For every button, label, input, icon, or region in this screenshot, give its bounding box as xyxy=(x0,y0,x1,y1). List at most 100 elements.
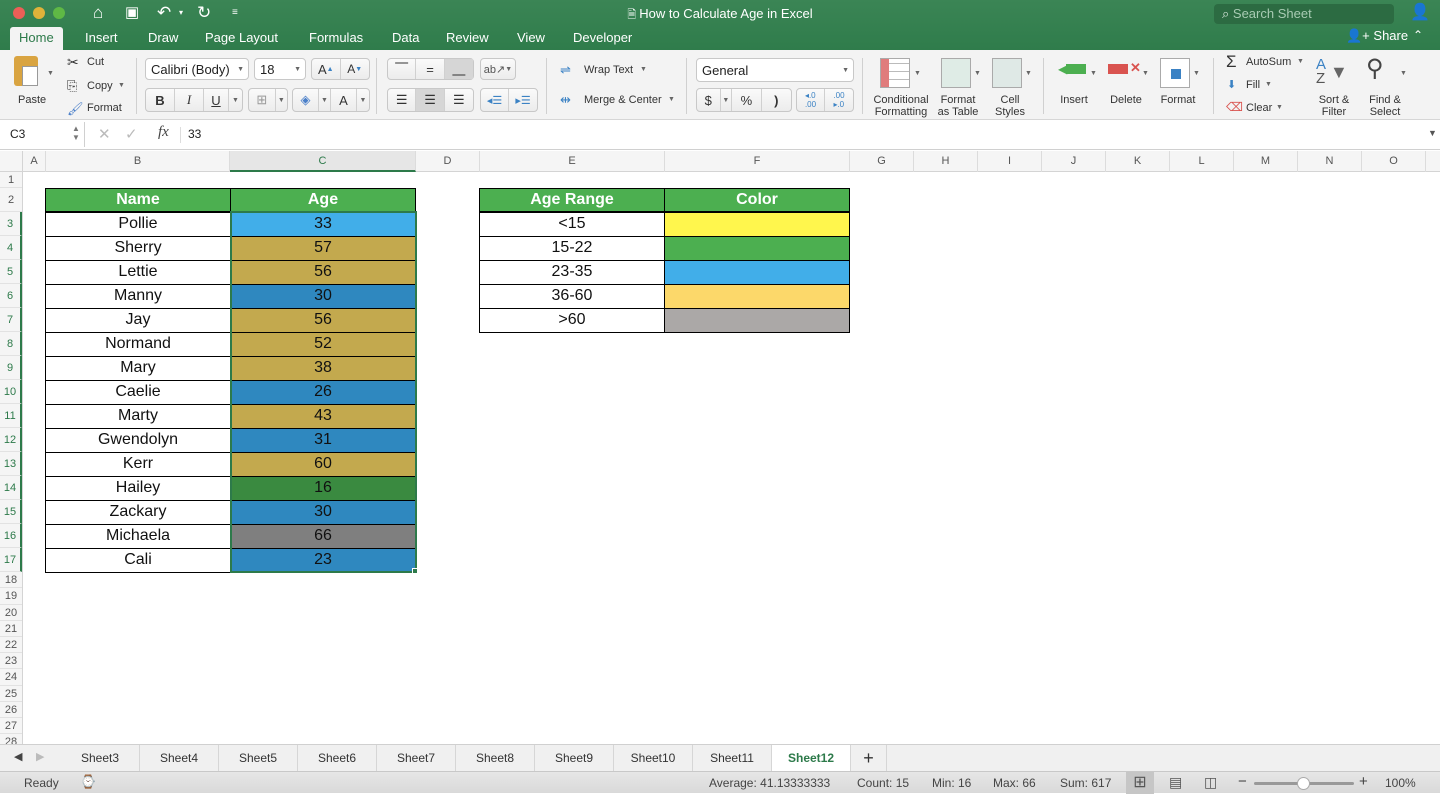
enter-icon[interactable]: ✓ xyxy=(125,125,138,143)
name-box-stepper-icon[interactable]: ▲ ▼ xyxy=(72,124,80,142)
sheet-tab-sheet11[interactable]: Sheet11 xyxy=(693,745,772,771)
tab-developer[interactable]: Developer xyxy=(564,27,641,50)
number-format-select[interactable]: General ▼ xyxy=(696,58,854,82)
increase-indent-button[interactable]: ▸☰ xyxy=(509,89,537,111)
row-header-19[interactable]: 19 xyxy=(0,588,22,605)
format-button[interactable]: Format xyxy=(1156,94,1200,106)
decrease-decimal-button[interactable]: .00 ▸.0 xyxy=(825,89,853,111)
row-header-2[interactable]: 2 xyxy=(0,188,22,213)
name-cell[interactable]: Sherry xyxy=(45,236,231,261)
age-range-cell[interactable]: 23-35 xyxy=(479,260,665,285)
name-cell[interactable]: Hailey xyxy=(45,476,231,501)
column-header-f[interactable]: F xyxy=(665,151,850,172)
column-header-n[interactable]: N xyxy=(1298,151,1362,172)
header-cell-age-range[interactable]: Age Range xyxy=(479,188,665,212)
zoom-slider-thumb[interactable] xyxy=(1297,777,1310,790)
sort-filter-button[interactable]: Sort & Filter xyxy=(1312,94,1356,118)
age-range-cell[interactable]: 15-22 xyxy=(479,236,665,261)
decrease-indent-button[interactable]: ◂☰ xyxy=(481,89,510,111)
collapse-ribbon-icon[interactable]: ⌃ xyxy=(1413,28,1423,42)
row-header-22[interactable]: 22 xyxy=(0,637,22,654)
row-header-3[interactable]: 3 xyxy=(0,212,22,237)
cut-button[interactable]: Cut xyxy=(87,56,104,68)
row-header-17[interactable]: 17 xyxy=(0,548,22,573)
paste-icon[interactable] xyxy=(14,56,38,86)
underline-button[interactable]: U xyxy=(204,89,229,111)
name-cell[interactable]: Lettie xyxy=(45,260,231,285)
orientation-button[interactable]: ab↗ ▼ xyxy=(480,58,516,80)
zoom-out-icon[interactable]: − xyxy=(1238,773,1247,790)
add-sheet-button[interactable]: + xyxy=(851,745,887,771)
color-swatch-cell[interactable] xyxy=(664,308,850,333)
row-header-9[interactable]: 9 xyxy=(0,356,22,381)
borders-button[interactable]: ⊞ ▼ xyxy=(248,88,288,112)
fill-color-dropdown-icon[interactable]: ▼ xyxy=(319,89,331,111)
font-size-select[interactable]: 18 ▼ xyxy=(254,58,306,80)
expand-formula-bar-icon[interactable]: ▼ xyxy=(1428,128,1437,138)
age-cell[interactable]: 30 xyxy=(230,500,416,525)
column-header-g[interactable]: G xyxy=(850,151,914,172)
tab-draw[interactable]: Draw xyxy=(139,27,187,50)
row-header-21[interactable]: 21 xyxy=(0,621,22,637)
color-swatch-cell[interactable] xyxy=(664,260,850,285)
cancel-icon[interactable]: ✕ xyxy=(98,125,111,143)
paste-dropdown-icon[interactable]: ▼ xyxy=(47,70,54,77)
italic-button[interactable]: I xyxy=(175,89,204,111)
row-header-18[interactable]: 18 xyxy=(0,572,22,589)
format-as-table-button[interactable]: Format as Table xyxy=(932,94,984,118)
increase-decimal-button[interactable]: ◂.0.00 xyxy=(797,89,826,111)
merge-center-button[interactable]: Merge & Center xyxy=(584,94,662,106)
format-painter-button[interactable]: Format xyxy=(87,102,122,114)
tab-review[interactable]: Review xyxy=(437,27,498,50)
paste-button[interactable]: Paste xyxy=(18,94,46,106)
color-swatch-cell[interactable] xyxy=(664,284,850,309)
age-cell[interactable]: 52 xyxy=(230,332,416,357)
age-cell[interactable]: 38 xyxy=(230,356,416,381)
row-header-13[interactable]: 13 xyxy=(0,452,22,477)
column-header-l[interactable]: L xyxy=(1170,151,1234,172)
row-header-8[interactable]: 8 xyxy=(0,332,22,357)
normal-view-button[interactable]: ⊞ xyxy=(1126,772,1154,794)
row-header-15[interactable]: 15 xyxy=(0,500,22,525)
column-header-j[interactable]: J xyxy=(1042,151,1106,172)
scroll-tabs-left-icon[interactable]: ◀ xyxy=(14,750,22,763)
age-cell[interactable]: 26 xyxy=(230,380,416,405)
sheet-tab-sheet8[interactable]: Sheet8 xyxy=(456,745,535,771)
copy-button[interactable]: Copy xyxy=(87,80,113,92)
wrap-text-button[interactable]: Wrap Text xyxy=(584,64,633,76)
row-header-26[interactable]: 26 xyxy=(0,702,22,718)
underline-dropdown-icon[interactable]: ▼ xyxy=(229,89,242,111)
fill-handle[interactable] xyxy=(412,568,418,574)
row-header-5[interactable]: 5 xyxy=(0,260,22,285)
header-cell-age[interactable]: Age xyxy=(230,188,416,212)
color-swatch-cell[interactable] xyxy=(664,236,850,261)
age-cell[interactable]: 56 xyxy=(230,308,416,333)
row-header-16[interactable]: 16 xyxy=(0,524,22,549)
account-icon[interactable]: 👤 xyxy=(1410,3,1430,23)
tab-formulas[interactable]: Formulas xyxy=(300,27,372,50)
sheet-tab-sheet9[interactable]: Sheet9 xyxy=(535,745,614,771)
column-header-o[interactable]: O xyxy=(1362,151,1426,172)
font-color-icon[interactable]: A xyxy=(331,89,357,111)
name-cell[interactable]: Zackary xyxy=(45,500,231,525)
name-cell[interactable]: Cali xyxy=(45,548,231,573)
zoom-slider[interactable] xyxy=(1254,777,1354,790)
increase-font-size-button[interactable]: A ▲ xyxy=(312,59,341,79)
tab-view[interactable]: View xyxy=(508,27,554,50)
row-header-12[interactable]: 12 xyxy=(0,428,22,453)
name-cell[interactable]: Kerr xyxy=(45,452,231,477)
row-header-23[interactable]: 23 xyxy=(0,653,22,670)
currency-button[interactable]: $ xyxy=(697,89,721,111)
age-cell[interactable]: 33 xyxy=(230,212,416,237)
tab-page-layout[interactable]: Page Layout xyxy=(196,27,287,50)
header-cell-name[interactable]: Name xyxy=(45,188,231,212)
align-left-button[interactable]: ☰ xyxy=(388,89,417,111)
age-cell[interactable]: 56 xyxy=(230,260,416,285)
align-top-button[interactable]: ⎺ xyxy=(388,59,417,79)
autosum-button[interactable]: AutoSum xyxy=(1246,56,1291,68)
age-cell[interactable]: 43 xyxy=(230,404,416,429)
age-range-cell[interactable]: <15 xyxy=(479,212,665,237)
row-header-4[interactable]: 4 xyxy=(0,236,22,261)
sheet-tab-sheet5[interactable]: Sheet5 xyxy=(219,745,298,771)
row-header-25[interactable]: 25 xyxy=(0,686,22,702)
